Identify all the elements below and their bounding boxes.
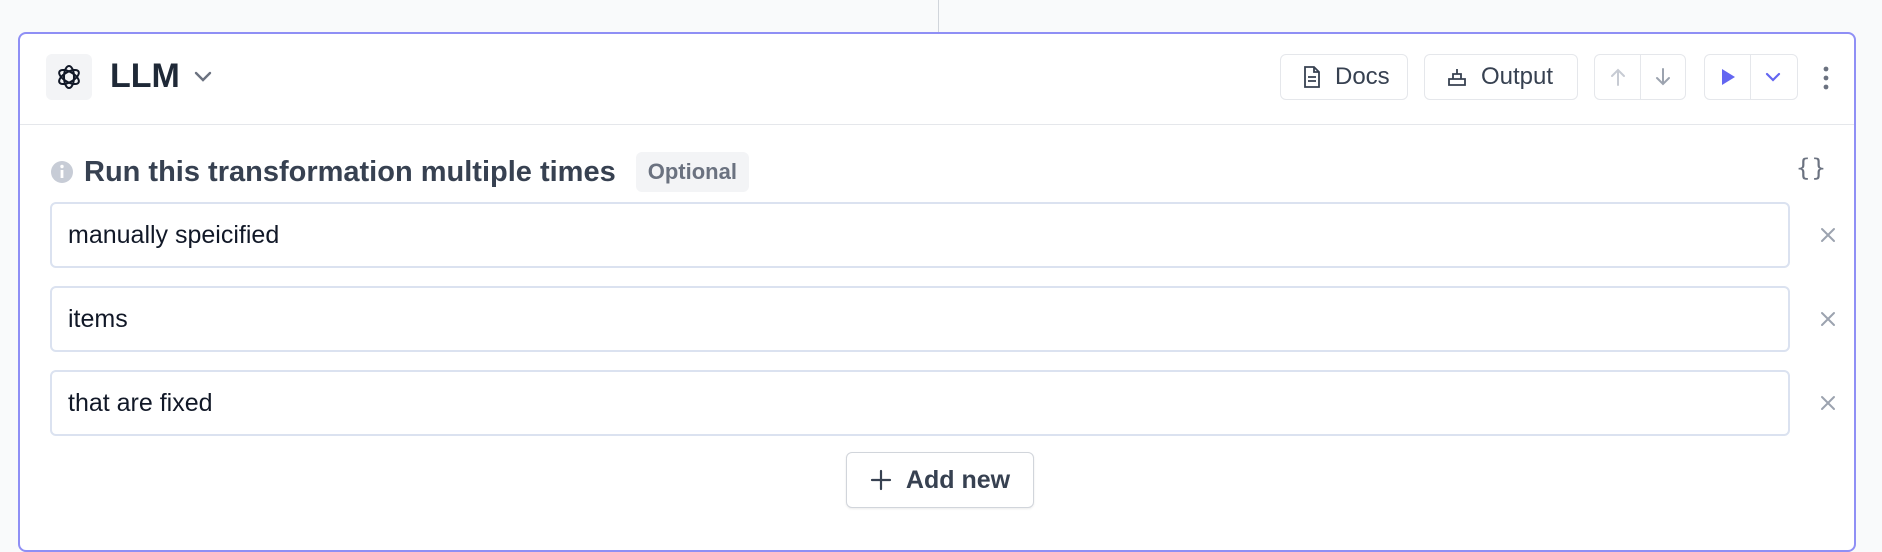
move-button-group bbox=[1594, 54, 1686, 100]
document-icon bbox=[1303, 66, 1321, 88]
chevron-down-icon[interactable] bbox=[192, 68, 214, 86]
plus-icon bbox=[870, 469, 892, 491]
node-connector-line bbox=[938, 0, 939, 32]
output-button-label: Output bbox=[1481, 63, 1554, 90]
section-header: Run this transformation multiple times O… bbox=[50, 152, 749, 192]
docs-button-label: Docs bbox=[1335, 63, 1390, 90]
node-header: LLM Docs Output bbox=[20, 34, 1854, 125]
info-icon[interactable] bbox=[50, 160, 74, 184]
arrow-up-icon bbox=[1610, 68, 1625, 86]
code-toggle-icon[interactable]: {} bbox=[1796, 154, 1827, 182]
item-input[interactable] bbox=[50, 202, 1790, 268]
output-icon bbox=[1447, 67, 1467, 87]
item-input[interactable] bbox=[50, 370, 1790, 436]
chevron-down-icon bbox=[1765, 72, 1781, 82]
move-down-button[interactable] bbox=[1640, 55, 1685, 99]
close-icon[interactable] bbox=[1815, 222, 1841, 248]
run-options-button[interactable] bbox=[1750, 55, 1795, 99]
optional-badge: Optional bbox=[635, 152, 749, 192]
docs-button[interactable]: Docs bbox=[1280, 54, 1408, 100]
section-title: Run this transformation multiple times bbox=[84, 155, 616, 188]
run-button-group bbox=[1704, 54, 1798, 100]
run-button[interactable] bbox=[1705, 55, 1750, 99]
item-input[interactable] bbox=[50, 286, 1790, 352]
list-item bbox=[50, 202, 1835, 270]
close-icon[interactable] bbox=[1815, 390, 1841, 416]
more-options-icon[interactable] bbox=[1814, 58, 1838, 98]
move-up-button[interactable] bbox=[1595, 55, 1640, 99]
output-button[interactable]: Output bbox=[1424, 54, 1578, 100]
llm-node-card: LLM Docs Output Run this transformation … bbox=[18, 32, 1856, 552]
openai-logo-icon bbox=[46, 54, 92, 100]
list-item bbox=[50, 286, 1835, 354]
list-item bbox=[50, 370, 1835, 438]
arrow-down-icon bbox=[1656, 68, 1670, 86]
add-new-button[interactable]: Add new bbox=[846, 452, 1034, 508]
node-title: LLM bbox=[110, 57, 180, 95]
play-icon bbox=[1721, 69, 1735, 85]
close-icon[interactable] bbox=[1815, 306, 1841, 332]
add-new-label: Add new bbox=[905, 465, 1011, 494]
